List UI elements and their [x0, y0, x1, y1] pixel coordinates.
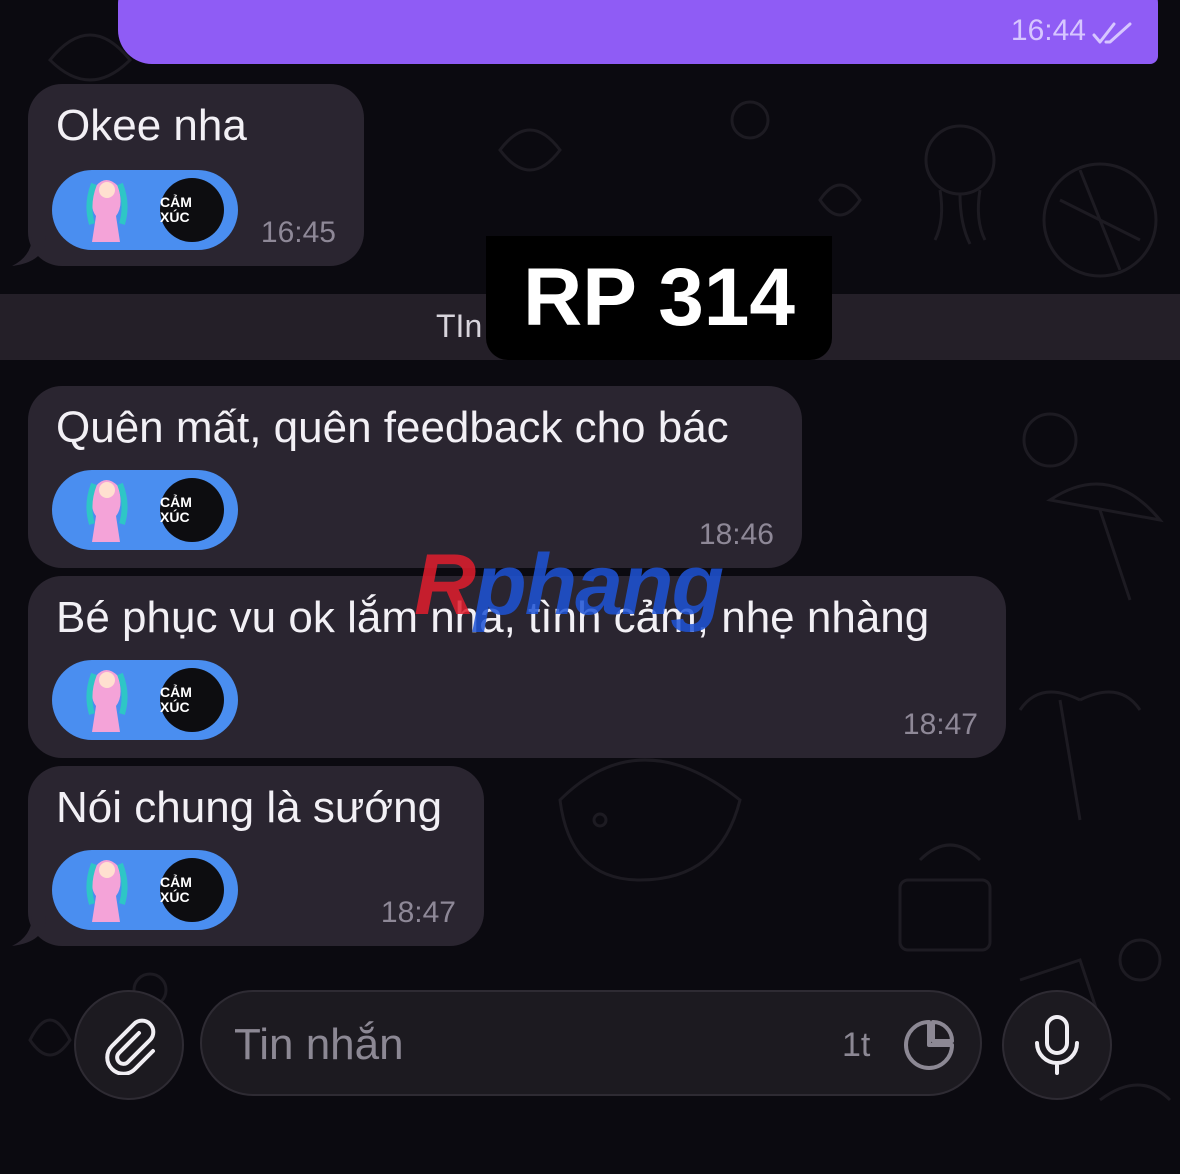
message-incoming[interactable]: Okee nha CẢM XÚC 16:45 — [12, 84, 364, 266]
anime-girl-emoji — [86, 480, 128, 542]
reaction-pill[interactable]: CẢM XÚC — [52, 660, 238, 740]
voice-record-button[interactable] — [1002, 990, 1112, 1100]
sticker-icon[interactable] — [902, 1018, 956, 1072]
reaction-pill[interactable]: CẢM XÚC — [52, 850, 238, 930]
paperclip-icon — [105, 1018, 156, 1075]
anime-girl-emoji — [86, 180, 128, 242]
message-time: 16:44 — [1010, 14, 1086, 47]
unread-divider-label: TIn — [436, 308, 483, 344]
anime-girl-emoji — [86, 670, 128, 732]
message-time: 16:45 — [260, 216, 336, 249]
message-outgoing[interactable]: 16:44 — [118, 0, 1158, 64]
attach-button[interactable] — [74, 990, 184, 1100]
double-check-icon — [1092, 22, 1132, 44]
message-incoming[interactable]: Nói chung là sướng CẢM XÚC 18:47 — [12, 766, 484, 946]
rp-badge-overlay: RP 314 — [486, 236, 832, 360]
message-counter: 1t — [842, 1026, 871, 1064]
anime-girl-emoji — [86, 860, 128, 922]
message-input[interactable]: Tin nhắn 1t — [200, 990, 982, 1096]
message-text: Nói chung là sướng — [56, 783, 443, 832]
reaction-pill[interactable]: CẢM XÚC — [52, 170, 238, 250]
bubble-tail — [12, 236, 46, 266]
message-input-placeholder: Tin nhắn — [234, 1020, 404, 1069]
message-text: Okee nha — [56, 101, 247, 150]
rphang-watermark: Rphang — [414, 537, 724, 633]
cam-xuc-sticker: CẢM XÚC — [160, 178, 224, 242]
message-text: Quên mất, quên feedback cho bác — [56, 403, 729, 452]
microphone-icon — [1035, 1015, 1079, 1075]
message-time: 18:47 — [902, 708, 978, 741]
cam-xuc-sticker: CẢM XÚC — [160, 668, 224, 732]
bubble-tail — [12, 916, 46, 946]
cam-xuc-sticker: CẢM XÚC — [160, 478, 224, 542]
reaction-pill[interactable]: CẢM XÚC — [52, 470, 238, 550]
message-time: 18:47 — [380, 896, 456, 929]
cam-xuc-sticker: CẢM XÚC — [160, 858, 224, 922]
